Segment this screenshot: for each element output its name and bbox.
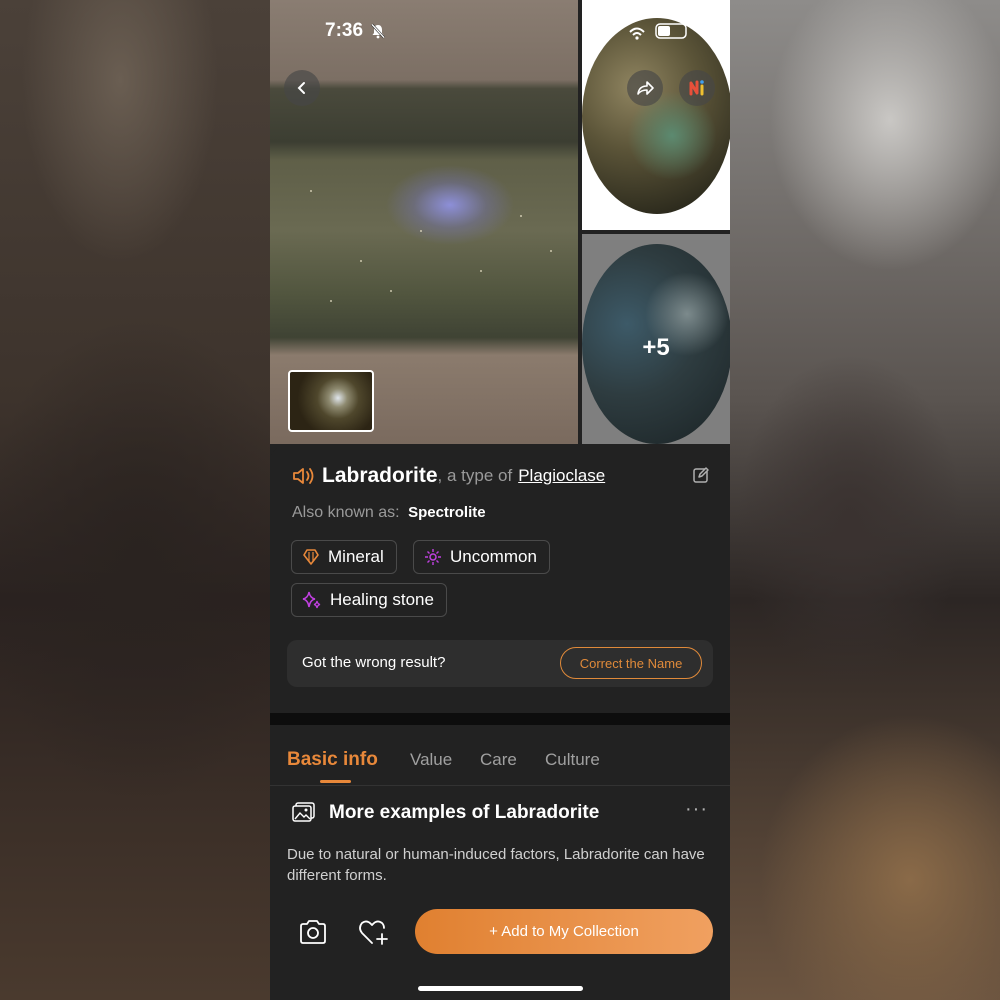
phone-screen: +5 7:36 Labradorite , a type of Plagiocl… <box>270 0 730 1000</box>
chevron-left-icon <box>297 82 305 94</box>
wrong-result-box: Got the wrong result? Correct the Name <box>287 640 713 687</box>
sparkle-icon <box>425 549 441 565</box>
example-image-2[interactable]: +5 <box>582 234 730 444</box>
aka-value: Spectrolite <box>408 504 486 521</box>
hero-main-image[interactable] <box>270 0 578 444</box>
camera-icon[interactable] <box>298 918 328 946</box>
stone-sphere-image <box>582 18 730 214</box>
also-known-as: Also known as: Spectrolite <box>292 504 486 522</box>
more-images-count: +5 <box>642 334 670 361</box>
tag-label: Healing stone <box>330 590 434 609</box>
wrong-result-text: Got the wrong result? <box>302 654 446 671</box>
share-arrow-icon <box>637 81 654 95</box>
tab-care[interactable]: Care <box>480 750 517 770</box>
back-button[interactable] <box>284 70 320 106</box>
app-logo-icon <box>689 80 704 96</box>
section-description: Due to natural or human-induced factors,… <box>287 846 705 884</box>
heart-plus-icon[interactable] <box>358 918 390 946</box>
mineral-name: Labradorite <box>322 464 438 487</box>
info-sheet: Labradorite , a type of Plagioclase Also… <box>270 444 730 714</box>
aka-label: Also known as: <box>292 504 400 521</box>
tab-culture[interactable]: Culture <box>545 750 600 770</box>
section-title: More examples of Labradorite <box>329 802 600 823</box>
image-icon <box>292 802 315 822</box>
type-prefix: , a type of <box>437 466 513 485</box>
more-options-button[interactable]: ··· <box>685 798 708 821</box>
tag-healing-stone[interactable]: Healing stone <box>291 583 447 617</box>
active-tab-indicator <box>320 780 351 783</box>
tab-bar: Basic info Value Care Culture <box>270 725 730 786</box>
home-indicator <box>418 986 583 991</box>
tag-label: Uncommon <box>450 547 537 566</box>
edit-icon[interactable] <box>692 466 710 484</box>
background-left <box>0 0 270 1000</box>
correct-name-button[interactable]: Correct the Name <box>560 647 702 679</box>
tag-uncommon[interactable]: Uncommon <box>413 540 550 574</box>
tag-mineral[interactable]: Mineral <box>291 540 397 574</box>
add-to-collection-button[interactable]: + Add to My Collection <box>415 909 713 954</box>
bell-off-icon <box>371 23 385 39</box>
more-examples-section: More examples of Labradorite ··· Due to … <box>270 786 730 898</box>
background-right <box>730 0 1000 1000</box>
hero-thumbnail[interactable] <box>288 370 374 432</box>
crystal-icon <box>303 549 319 565</box>
share-button[interactable] <box>627 70 663 106</box>
bottom-action-bar: + Add to My Collection <box>270 898 730 1000</box>
status-indicators <box>629 23 687 40</box>
title-row: Labradorite , a type of Plagioclase <box>292 462 710 490</box>
app-logo-button[interactable] <box>679 70 715 106</box>
tag-label: Mineral <box>328 547 384 566</box>
speaker-icon[interactable] <box>292 466 316 486</box>
section-divider <box>270 713 730 725</box>
parent-type-link[interactable]: Plagioclase <box>518 466 605 486</box>
tab-basic-info[interactable]: Basic info <box>287 749 378 771</box>
stars-icon <box>302 591 321 609</box>
tab-value[interactable]: Value <box>410 750 452 770</box>
status-time: 7:36 <box>325 20 364 41</box>
